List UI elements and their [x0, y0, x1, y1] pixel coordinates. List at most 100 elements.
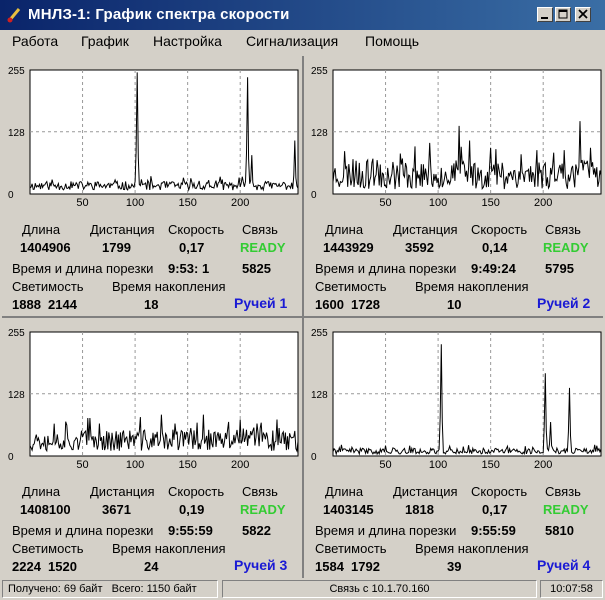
x-tick-label: 50	[76, 459, 88, 471]
link-status: READY	[240, 502, 286, 517]
distance-label: Дистанция	[90, 222, 155, 237]
x-tick-label: 50	[379, 459, 391, 471]
x-tick-label: 150	[178, 459, 196, 471]
x-tick-label: 150	[481, 197, 499, 209]
maximize-icon	[558, 9, 568, 19]
y-tick-label: 128	[311, 128, 328, 139]
x-tick-label: 100	[126, 459, 144, 471]
stream-panel-3: 255 128 0 50 100 150 200 Длина Дистанция Скорость…	[6, 320, 300, 577]
x-tick-label: 200	[534, 459, 552, 471]
link-status: READY	[543, 502, 589, 517]
length-value: 1403145	[323, 502, 374, 517]
minimize-button[interactable]	[537, 7, 553, 22]
cut-time-value: 9:53: 1	[168, 261, 210, 276]
stream-label[interactable]: Ручей 3	[234, 557, 287, 573]
menu-help[interactable]: Помощь	[365, 33, 419, 49]
brightness-value-1: 1584	[315, 559, 344, 574]
x-tick-label: 200	[534, 197, 552, 209]
cut-length-value: 5795	[545, 261, 574, 276]
brightness-value-1: 2224	[12, 559, 41, 574]
x-tick-label: 100	[126, 197, 144, 209]
length-value: 1408100	[20, 502, 71, 517]
menu-chart[interactable]: График	[81, 33, 129, 49]
menu-bar: Работа График Настройка Сигнализация Пом…	[0, 30, 605, 52]
spectrum-chart: 255 128 0 50 100 150 200	[311, 328, 602, 471]
accum-time-label: Время накопления	[415, 279, 529, 294]
accum-time-label: Время накопления	[112, 541, 226, 556]
app-icon	[7, 8, 21, 23]
x-tick-label: 200	[231, 197, 249, 209]
y-tick-label: 0	[8, 190, 14, 201]
speed-value: 0,14	[482, 240, 508, 255]
accum-time-label: Время накопления	[112, 279, 226, 294]
speed-value: 0,17	[482, 502, 508, 517]
accum-time-label: Время накопления	[415, 541, 529, 556]
distance-value: 3592	[405, 240, 434, 255]
brightness-value-1: 1600	[315, 297, 344, 312]
speed-label: Скорость	[168, 484, 225, 499]
distance-value: 3671	[102, 502, 131, 517]
stream-label[interactable]: Ручей 4	[537, 557, 590, 573]
accum-time-value: 18	[144, 297, 159, 312]
brightness-label: Светимость	[12, 541, 84, 556]
distance-value: 1818	[405, 502, 434, 517]
speed-label: Скорость	[471, 222, 528, 237]
menu-alarm[interactable]: Сигнализация	[246, 33, 338, 49]
status-time: 10:07:58	[540, 580, 603, 598]
menu-settings[interactable]: Настройка	[153, 33, 222, 49]
length-value: 1443929	[323, 240, 374, 255]
brightness-value-2: 1792	[351, 559, 380, 574]
status-received: Получено: 69 байт	[8, 583, 103, 595]
x-tick-label: 50	[379, 197, 391, 209]
link-label: Связь	[545, 222, 581, 237]
status-bytes-cell: Получено: 69 байт Всего: 1150 байт	[2, 580, 218, 598]
length-label: Длина	[325, 484, 364, 499]
status-total: Всего: 1150 байт	[111, 583, 197, 595]
cut-time-label: Время и длина порезки	[12, 261, 154, 276]
brightness-value-2: 1520	[48, 559, 77, 574]
title-bar[interactable]: МНЛЗ-1: График спектра скорости	[0, 0, 605, 30]
y-tick-label: 0	[311, 190, 317, 201]
y-tick-label: 255	[311, 66, 328, 77]
distance-label: Дистанция	[393, 222, 458, 237]
maximize-button[interactable]	[555, 7, 571, 22]
stream-panel-1: 255 128 0 50 100 150 200 Длина Дистанция Скорость…	[6, 58, 300, 315]
close-button[interactable]	[575, 7, 591, 22]
stream-label[interactable]: Ручей 2	[537, 295, 590, 311]
brightness-value-1: 1888	[12, 297, 41, 312]
stream-panel-4: 255 128 0 50 100 150 200 Длина Дистанция Скорость…	[309, 320, 603, 577]
minimize-icon	[541, 17, 548, 19]
x-tick-label: 50	[76, 197, 88, 209]
distance-label: Дистанция	[393, 484, 458, 499]
brightness-label: Светимость	[315, 541, 387, 556]
brightness-label: Светимость	[315, 279, 387, 294]
y-tick-label: 128	[311, 390, 328, 401]
y-tick-label: 255	[311, 328, 328, 339]
speed-label: Скорость	[168, 222, 225, 237]
spectrum-chart: 255 128 0 50 100 150 200	[311, 66, 602, 209]
length-label: Длина	[22, 222, 61, 237]
distance-label: Дистанция	[90, 484, 155, 499]
link-status: READY	[543, 240, 589, 255]
menu-work[interactable]: Работа	[12, 33, 58, 49]
x-tick-label: 100	[429, 197, 447, 209]
main-window: МНЛЗ-1: График спектра скорости Работа Г…	[0, 0, 605, 600]
close-icon	[578, 9, 588, 19]
cut-time-label: Время и длина порезки	[12, 523, 154, 538]
status-connection: Связь с 10.1.70.160	[222, 580, 537, 598]
cut-length-value: 5810	[545, 523, 574, 538]
y-tick-label: 0	[8, 452, 14, 463]
speed-value: 0,17	[179, 240, 205, 255]
spectrum-chart: 255 128 0 50 100 150 200	[8, 328, 299, 471]
cut-length-value: 5822	[242, 523, 271, 538]
speed-value: 0,19	[179, 502, 205, 517]
length-value: 1404906	[20, 240, 71, 255]
window-title: МНЛЗ-1: График спектра скорости	[28, 6, 290, 23]
cut-time-value: 9:49:24	[471, 261, 516, 276]
stream-label[interactable]: Ручей 1	[234, 295, 287, 311]
brightness-value-2: 2144	[48, 297, 77, 312]
y-tick-label: 255	[8, 328, 25, 339]
accum-time-value: 39	[447, 559, 462, 574]
length-label: Длина	[22, 484, 61, 499]
distance-value: 1799	[102, 240, 131, 255]
